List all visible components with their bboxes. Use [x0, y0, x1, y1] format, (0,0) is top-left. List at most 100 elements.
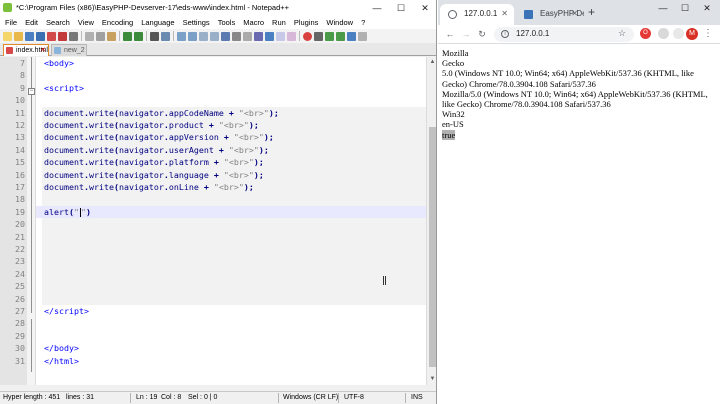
code-line[interactable]: 10: [15, 94, 426, 106]
menu-window[interactable]: Window: [326, 16, 353, 29]
code-editor[interactable]: − 7 <body> 8 9 <script> 10 11 document.write(na…: [0, 57, 436, 385]
code-line[interactable]: 11 document.write(navigator.appCodeName +…: [15, 107, 426, 119]
chrome-maximize-button[interactable]: ☐: [674, 0, 696, 16]
code-line[interactable]: 9 <script>: [20, 82, 426, 94]
npp-maximize-button[interactable]: ☐: [389, 0, 413, 16]
chrome-close-button[interactable]: ✕: [696, 0, 718, 16]
stop-macro-icon[interactable]: [314, 31, 323, 41]
menu-settings[interactable]: Settings: [183, 16, 210, 29]
code-line[interactable]: 27 </script>: [15, 305, 426, 317]
profile-avatar[interactable]: M: [686, 28, 698, 40]
tab-index-html[interactable]: index.html ✕: [3, 44, 49, 56]
zoom-out-icon[interactable]: [188, 31, 197, 41]
menu-search[interactable]: Search: [46, 16, 70, 29]
code-line[interactable]: 22: [15, 243, 426, 255]
indent-guide-icon[interactable]: [243, 31, 252, 41]
code-line[interactable]: 26: [15, 293, 426, 305]
vertical-scrollbar[interactable]: ▲ ▼: [426, 57, 436, 385]
menu-edit[interactable]: Edit: [25, 16, 38, 29]
tab-close-icon[interactable]: ✕: [501, 4, 508, 24]
show-all-chars-icon[interactable]: [232, 31, 241, 41]
open-folder-icon[interactable]: [14, 31, 23, 41]
menu-macro[interactable]: Macro: [243, 16, 264, 29]
code-line[interactable]: 29: [15, 330, 426, 342]
code-line[interactable]: 18: [15, 193, 426, 205]
menu-plugins[interactable]: Plugins: [294, 16, 319, 29]
print-icon[interactable]: [69, 31, 78, 41]
menu-file[interactable]: File: [5, 16, 17, 29]
code-line[interactable]: 8: [20, 69, 426, 81]
code-line[interactable]: 14 document.write(navigator.userAgent + "…: [15, 144, 426, 156]
code-line[interactable]: 17 document.write(navigator.onLine + "<br…: [15, 181, 426, 193]
cut-icon[interactable]: [85, 31, 94, 41]
menu-language[interactable]: Language: [141, 16, 174, 29]
tab-close-icon[interactable]: ✕: [40, 45, 46, 56]
undo-icon[interactable]: [123, 31, 132, 41]
menu-help[interactable]: ?: [361, 16, 365, 29]
code-line[interactable]: 12 document.write(navigator.product + "<b…: [15, 119, 426, 131]
status-insert-mode[interactable]: INS: [411, 394, 423, 401]
info-icon[interactable]: i: [501, 30, 509, 38]
tab-close-icon[interactable]: ✕: [571, 4, 578, 24]
paste-icon[interactable]: [107, 31, 116, 41]
menu-tools[interactable]: Tools: [218, 16, 236, 29]
save-macro-icon[interactable]: [347, 31, 356, 41]
save-all-icon[interactable]: [36, 31, 45, 41]
play-macro-icon[interactable]: [325, 31, 334, 41]
extension-icon[interactable]: [673, 28, 684, 39]
folder-workspace-icon[interactable]: [287, 31, 296, 41]
status-encoding[interactable]: UTF-8: [344, 394, 364, 401]
zoom-in-icon[interactable]: [177, 31, 186, 41]
redo-icon[interactable]: [134, 31, 143, 41]
code-line[interactable]: 25: [15, 280, 426, 292]
user-lang-icon[interactable]: [254, 31, 263, 41]
npp-close-button[interactable]: ✕: [413, 0, 436, 16]
code-line[interactable]: 13 document.write(navigator.appVersion + …: [15, 131, 426, 143]
sync-scroll-h-icon[interactable]: [210, 31, 219, 41]
code-area[interactable]: 7 <body> 8 9 <script> 10 11 document.write(navi…: [15, 57, 426, 385]
scrollbar-thumb[interactable]: [429, 127, 436, 367]
code-line[interactable]: 23: [15, 255, 426, 267]
new-tab-icon[interactable]: +: [588, 5, 595, 19]
fold-toggle-icon[interactable]: −: [28, 88, 35, 95]
tab-new-2[interactable]: new_2: [51, 44, 87, 56]
extension-icon[interactable]: [658, 28, 669, 39]
back-arrow-icon[interactable]: ←: [444, 28, 456, 40]
save-icon[interactable]: [25, 31, 34, 41]
chrome-tab-easyphp[interactable]: EasyPHP Dev ✕: [516, 4, 584, 25]
record-macro-icon[interactable]: [303, 31, 312, 41]
status-eol[interactable]: Windows (CR LF): [283, 394, 338, 401]
reload-icon[interactable]: ↻: [476, 28, 488, 40]
menu-view[interactable]: View: [78, 16, 94, 29]
code-line[interactable]: 31 </html>: [15, 355, 426, 367]
opera-extension-icon[interactable]: O: [640, 28, 651, 39]
code-line[interactable]: 7 <body>: [20, 57, 426, 69]
chrome-minimize-button[interactable]: —: [652, 0, 674, 16]
scroll-down-icon[interactable]: ▼: [427, 374, 436, 385]
code-line[interactable]: 16 document.write(navigator.language + "<…: [15, 169, 426, 181]
replace-icon[interactable]: [161, 31, 170, 41]
sync-scroll-icon[interactable]: [199, 31, 208, 41]
chrome-tab-localhost[interactable]: 127.0.0.1 ✕: [440, 4, 514, 25]
doc-map-icon[interactable]: [265, 31, 274, 41]
function-list-icon[interactable]: [276, 31, 285, 41]
bookmark-star-icon[interactable]: ☆: [618, 28, 626, 39]
code-line[interactable]: 28: [15, 317, 426, 329]
code-line[interactable]: 24: [15, 268, 426, 280]
word-wrap-icon[interactable]: [221, 31, 230, 41]
spellcheck-icon[interactable]: [358, 31, 367, 41]
close-all-icon[interactable]: [58, 31, 67, 41]
code-line[interactable]: 30 </body>: [15, 342, 426, 354]
code-line[interactable]: 21: [15, 231, 426, 243]
address-bar[interactable]: i 127.0.0.1: [494, 27, 634, 42]
close-file-icon[interactable]: [47, 31, 56, 41]
menu-run[interactable]: Run: [272, 16, 286, 29]
code-line[interactable]: 15 document.write(navigator.platform + "<…: [15, 156, 426, 168]
scroll-up-icon[interactable]: ▲: [427, 57, 436, 68]
copy-icon[interactable]: [96, 31, 105, 41]
address-url[interactable]: 127.0.0.1: [516, 29, 549, 38]
forward-arrow-icon[interactable]: →: [460, 28, 472, 40]
menu-kebab-icon[interactable]: ⋮: [703, 28, 713, 39]
npp-minimize-button[interactable]: —: [365, 0, 389, 16]
code-line[interactable]: 20: [15, 218, 426, 230]
